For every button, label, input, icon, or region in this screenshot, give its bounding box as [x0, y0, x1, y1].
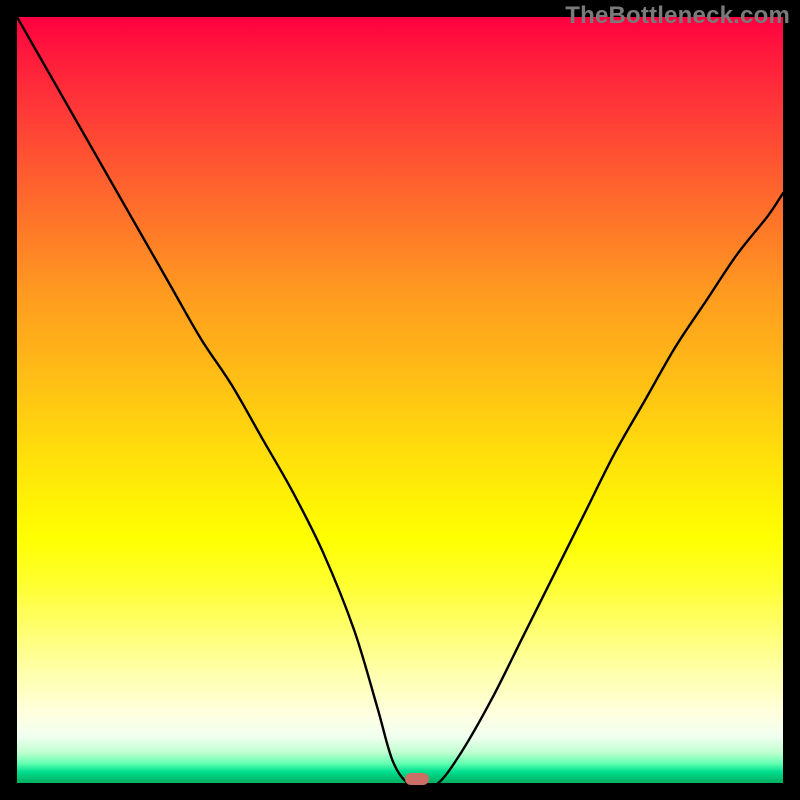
watermark-text: TheBottleneck.com: [565, 2, 790, 30]
chart-plot-area: [17, 17, 783, 783]
optimum-marker: [405, 773, 429, 785]
